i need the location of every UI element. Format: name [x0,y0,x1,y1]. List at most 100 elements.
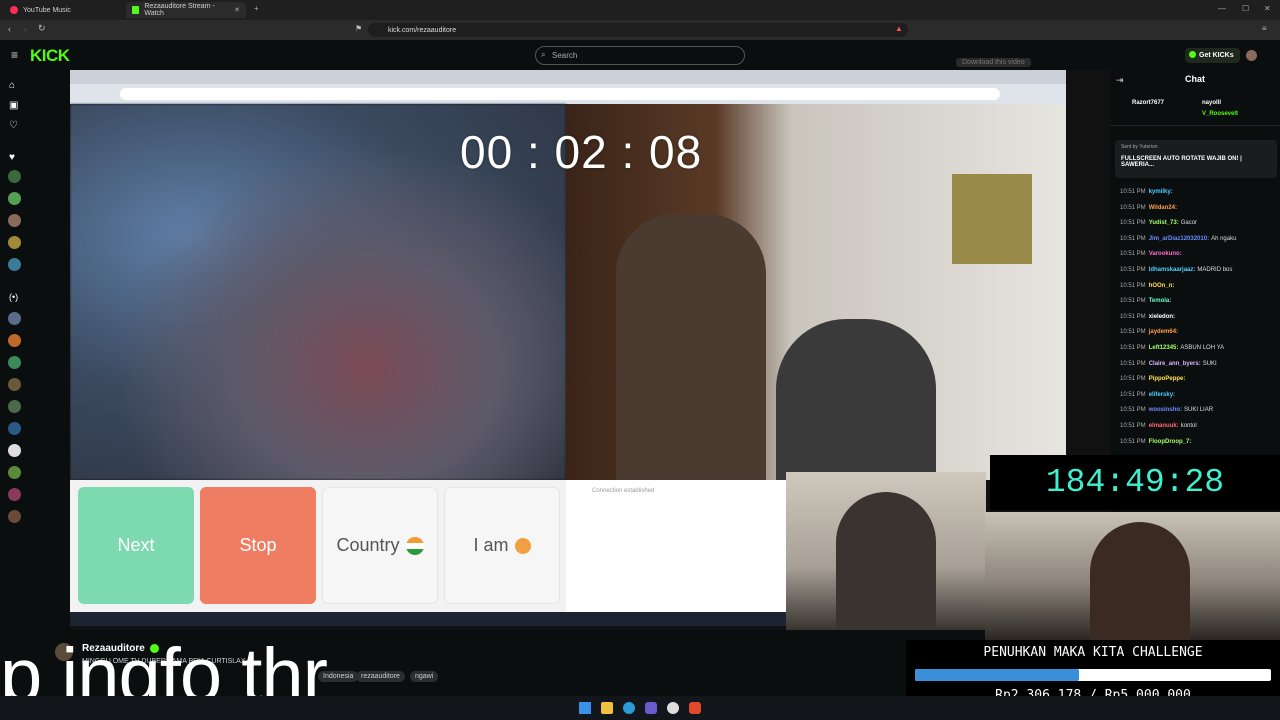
message-user[interactable]: jaydem64: [1149,329,1178,335]
tab-youtube-music[interactable]: YouTube Music [4,2,124,18]
menu-icon[interactable]: ≡ [1262,24,1267,33]
message-user[interactable]: FloopDroop_7: [1149,439,1192,445]
discord-icon[interactable] [645,702,657,714]
message-time: 10:51 PM [1120,251,1146,258]
channel-avatar[interactable] [8,510,21,523]
message-text: SUKI LIAR [1184,407,1214,414]
bookmark-icon[interactable]: ⚑ [355,24,362,33]
maximize-icon[interactable]: ☐ [1242,4,1249,13]
message-text: Gacor [1180,220,1198,227]
back-icon[interactable]: ‹ [8,24,11,34]
channel-avatar[interactable] [8,356,21,369]
avatar[interactable] [1246,50,1257,61]
message-time: 10:51 PM [1120,204,1146,211]
message-user[interactable]: Wildan24: [1149,205,1177,211]
message-time: 10:51 PM [1120,298,1146,305]
pinned-text: FULLSCREEN AUTO ROTATE WAJIB ON! | SAWER… [1121,156,1242,168]
message-text: MADRID bos [1197,267,1233,273]
country-label: Country [336,535,400,555]
chat-message: 10:51 PM Yudist_73: Gacor [1120,220,1197,226]
message-time: 10:51 PM [1120,235,1146,242]
channel-avatar[interactable] [8,258,21,271]
message-user[interactable]: Claire_ann_byers: [1149,361,1201,367]
home-icon[interactable]: ⌂ [9,80,15,91]
country-button[interactable]: Country [322,487,438,604]
message-user[interactable]: hOOn_n: [1149,283,1175,289]
obs-icon[interactable] [667,702,679,714]
message-user[interactable]: kymilky: [1149,189,1173,195]
brave-shield-icon[interactable]: ▲ [895,24,903,33]
channel-avatar[interactable] [8,444,21,457]
file-explorer-icon[interactable] [601,702,613,714]
message-user[interactable]: Jim_arDiaz12032010: [1149,236,1209,242]
channel-avatar[interactable] [8,378,21,391]
download-hint[interactable]: Download this video [956,58,1031,67]
search-input[interactable]: ⌕ Search [535,46,745,65]
following-icon[interactable]: ♥ [9,152,15,163]
message-user[interactable]: elmanuuk: [1149,423,1179,429]
tab-kick-stream[interactable]: Rezaauditore Stream - Watch ✕ [126,2,246,18]
chat-message: 10:51 PM jaydem64: [1120,329,1180,335]
forward-icon[interactable]: › [24,24,27,34]
channel-avatar[interactable] [8,422,21,435]
streamer-cam [786,472,986,630]
windows-start-icon[interactable] [579,702,591,714]
message-text: kontol [1180,423,1197,429]
channel-avatar[interactable] [8,488,21,501]
message-user[interactable]: PippoPeppe: [1149,376,1186,382]
live-icon[interactable]: (•) [9,292,18,302]
challenge-progress-bar [915,669,1271,681]
next-button[interactable]: Next [78,487,194,604]
new-tab-button[interactable]: + [254,4,259,13]
channel-avatar[interactable] [8,466,21,479]
chat-message: 10:51 PM hOOn_n: [1120,283,1176,289]
message-time: 10:51 PM [1120,407,1146,414]
youtube-music-icon [10,6,18,14]
tab-label: Rezaauditore Stream - Watch [144,3,215,17]
close-tab-icon[interactable]: ✕ [234,6,240,14]
url-text: kick.com/rezaauditore [388,26,457,34]
channel-avatar[interactable] [8,170,21,183]
ometv-controls: Next Stop Country I am Connection establ… [70,480,786,612]
captured-windows-taskbar [70,612,786,626]
tag-chip[interactable]: rezaauditore [356,671,405,682]
brave-icon[interactable] [689,702,701,714]
hamburger-icon[interactable]: ≡ [11,48,18,62]
chat-message: 10:51 PM Claire_ann_byers: SUKI [1120,361,1217,367]
channel-avatar[interactable] [8,400,21,413]
chat-message: 10:51 PM FloopDroop_7: [1120,439,1193,445]
browser-tab-strip: YouTube Music Rezaauditore Stream - Watc… [0,0,1280,20]
reload-icon[interactable]: ↻ [38,23,46,34]
tag-chip[interactable]: ngawi [410,671,439,682]
message-user[interactable]: Temola: [1149,298,1172,304]
close-window-icon[interactable]: ✕ [1264,4,1271,13]
message-user[interactable]: Varookuno: [1149,251,1182,257]
message-user[interactable]: Left12345: [1149,345,1179,351]
message-time: 10:51 PM [1120,329,1146,336]
india-flag-icon [405,536,424,555]
channel-avatar[interactable] [8,236,21,249]
message-time: 10:51 PM [1120,220,1146,227]
kick-logo[interactable]: KICK [30,46,70,66]
channel-avatar[interactable] [8,312,21,325]
channel-avatar[interactable] [8,214,21,227]
stop-button[interactable]: Stop [200,487,316,604]
captured-browser-chrome [70,70,1066,104]
message-user[interactable]: xieledon: [1149,314,1175,320]
window-curtain [952,174,1032,264]
minimize-icon[interactable]: — [1218,4,1226,13]
message-user[interactable]: elifersky: [1149,392,1175,398]
message-user[interactable]: woosinsho: [1149,407,1182,413]
get-kicks-button[interactable]: Get KICKs [1185,48,1240,63]
browse-icon[interactable]: ▣ [9,100,18,111]
channel-avatar[interactable] [8,334,21,347]
iam-button[interactable]: I am [444,487,560,604]
edge-icon[interactable] [623,702,635,714]
chat-message: 10:51 PM PippoPeppe: [1120,376,1187,382]
url-input[interactable]: kick.com/rezaauditore [368,23,908,37]
heart-icon[interactable]: ♡ [9,120,18,131]
channel-avatar[interactable] [8,192,21,205]
chat-message: 10:51 PM Varookuno: [1120,251,1184,257]
message-user[interactable]: Yudist_73: [1149,220,1179,226]
message-user[interactable]: Idhamskaarjaaz: [1149,267,1196,273]
